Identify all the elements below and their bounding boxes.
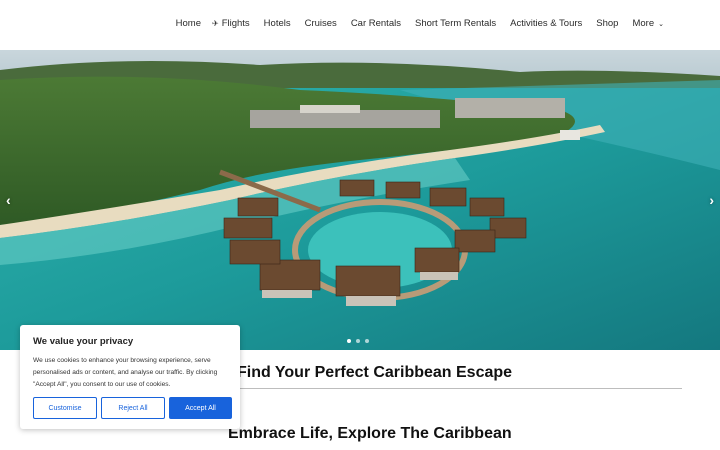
- slider-dot-1[interactable]: [347, 339, 351, 343]
- nav-short-term-rentals-label: Short Term Rentals: [414, 18, 497, 29]
- nav-more-label: More: [632, 18, 655, 29]
- section-heading-secondary: Embrace Life, Explore The Caribbean: [228, 425, 512, 442]
- nav-more[interactable]: More ⌄: [629, 18, 664, 29]
- accept-all-button[interactable]: Accept All: [169, 397, 232, 419]
- nav-hotels-label: Hotels: [263, 18, 291, 29]
- slider-next-arrow[interactable]: ›: [709, 192, 714, 208]
- slider-dots: [347, 339, 369, 343]
- main-menu: Home ✈ Flights Hotels Cruises Car Rental…: [173, 18, 664, 29]
- slider-dot-2[interactable]: [356, 339, 360, 343]
- reject-all-button[interactable]: Reject All: [101, 397, 165, 419]
- nav-cruises-label: Cruises: [304, 18, 337, 29]
- cookie-consent-banner: We value your privacy We use cookies to …: [20, 325, 240, 429]
- top-navigation: Home ✈ Flights Hotels Cruises Car Rental…: [0, 0, 720, 50]
- nav-activities-tours-label: Activities & Tours: [510, 18, 583, 29]
- nav-activities-tours[interactable]: Activities & Tours: [507, 18, 582, 29]
- nav-car-rentals[interactable]: Car Rentals: [348, 18, 401, 29]
- nav-home[interactable]: Home: [173, 18, 201, 29]
- section-divider: [236, 388, 682, 389]
- nav-shop[interactable]: Shop: [593, 18, 618, 29]
- nav-flights-label: Flights: [221, 18, 250, 29]
- nav-hotels[interactable]: Hotels: [261, 18, 291, 29]
- chevron-down-icon: ⌄: [658, 20, 664, 28]
- nav-flights[interactable]: ✈ Flights: [212, 18, 250, 29]
- slider-dot-3[interactable]: [365, 339, 369, 343]
- nav-car-rentals-label: Car Rentals: [350, 18, 401, 29]
- nav-cruises[interactable]: Cruises: [302, 18, 337, 29]
- cookie-description: We use cookies to enhance your browsing …: [33, 357, 218, 388]
- nav-short-term-rentals[interactable]: Short Term Rentals: [412, 18, 496, 29]
- hero-slider: ‹ ›: [0, 50, 720, 350]
- section-heading-primary: Find Your Perfect Caribbean Escape: [237, 364, 513, 381]
- nav-home-label: Home: [175, 18, 201, 29]
- slider-prev-arrow[interactable]: ‹: [6, 192, 11, 208]
- hero-image: [0, 50, 720, 350]
- nav-shop-label: Shop: [596, 18, 619, 29]
- cookie-title: We value your privacy: [33, 336, 134, 347]
- plane-icon: ✈: [211, 19, 219, 28]
- cookie-actions: Customise Reject All Accept All: [33, 397, 232, 419]
- customise-button[interactable]: Customise: [33, 397, 97, 419]
